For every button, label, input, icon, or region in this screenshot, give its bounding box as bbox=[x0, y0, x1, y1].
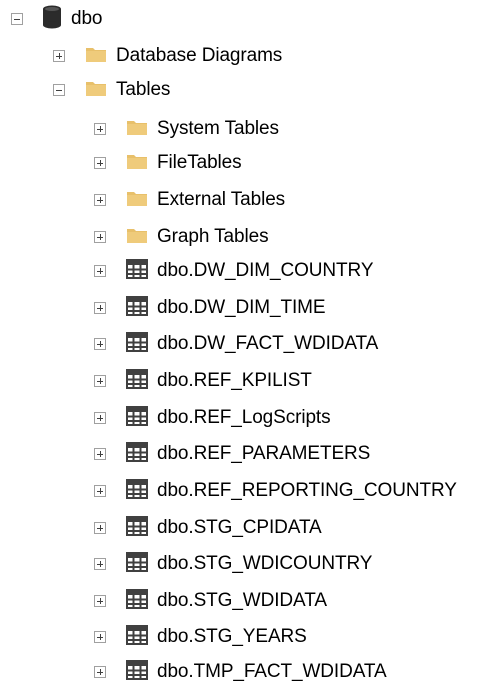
tree-node-label: Database Diagrams bbox=[116, 45, 283, 66]
tree-node-table[interactable]: dbo.TMP_FACT_WDIDATA bbox=[94, 654, 387, 690]
table-icon bbox=[126, 368, 148, 394]
tree-node-label: dbo.REF_KPILIST bbox=[157, 370, 312, 391]
tree-node-graph-tables[interactable]: Graph Tables bbox=[94, 219, 269, 255]
tree-node-label: dbo.REF_PARAMETERS bbox=[157, 443, 371, 464]
folder-icon bbox=[126, 189, 148, 212]
tree-node-table[interactable]: dbo.STG_YEARS bbox=[94, 619, 307, 655]
table-icon bbox=[126, 478, 148, 504]
expand-toggle-icon[interactable] bbox=[94, 448, 106, 460]
expand-toggle-icon[interactable] bbox=[94, 265, 106, 277]
table-icon bbox=[126, 551, 148, 577]
tree-node-label: dbo.STG_WDIDATA bbox=[157, 590, 327, 611]
table-icon bbox=[126, 405, 148, 431]
tree-node-label: dbo bbox=[71, 8, 103, 29]
object-explorer-tree: dbo Database Diagrams Tables System Tabl… bbox=[0, 0, 503, 682]
tree-node-filetables[interactable]: FileTables bbox=[94, 145, 242, 181]
folder-icon bbox=[126, 118, 148, 141]
expand-toggle-icon[interactable] bbox=[94, 123, 106, 135]
folder-icon bbox=[85, 79, 107, 102]
folder-icon bbox=[85, 45, 107, 68]
collapse-toggle-icon[interactable] bbox=[11, 13, 23, 25]
tree-node-table[interactable]: dbo.STG_WDICOUNTRY bbox=[94, 546, 372, 582]
tree-node-external-tables[interactable]: External Tables bbox=[94, 182, 285, 218]
database-icon bbox=[42, 5, 62, 34]
expand-toggle-icon[interactable] bbox=[94, 375, 106, 387]
expand-toggle-icon[interactable] bbox=[94, 485, 106, 497]
expand-toggle-icon[interactable] bbox=[53, 50, 65, 62]
expand-toggle-icon[interactable] bbox=[94, 412, 106, 424]
expand-toggle-icon[interactable] bbox=[94, 194, 106, 206]
table-icon bbox=[126, 659, 148, 685]
tree-node-table[interactable]: dbo.STG_WDIDATA bbox=[94, 583, 327, 619]
table-icon bbox=[126, 624, 148, 650]
tree-node-table[interactable]: dbo.REF_LogScripts bbox=[94, 400, 331, 436]
table-icon bbox=[126, 441, 148, 467]
expand-toggle-icon[interactable] bbox=[94, 595, 106, 607]
tree-node-dbo[interactable]: dbo bbox=[11, 1, 103, 37]
expand-toggle-icon[interactable] bbox=[94, 522, 106, 534]
tree-node-label: System Tables bbox=[157, 118, 279, 139]
table-icon bbox=[126, 515, 148, 541]
table-icon bbox=[126, 331, 148, 357]
folder-icon bbox=[126, 152, 148, 175]
tree-node-label: dbo.DW_FACT_WDIDATA bbox=[157, 333, 379, 354]
tree-node-database-diagrams[interactable]: Database Diagrams bbox=[53, 38, 282, 74]
expand-toggle-icon[interactable] bbox=[94, 558, 106, 570]
expand-toggle-icon[interactable] bbox=[94, 157, 106, 169]
tree-node-label: dbo.DW_DIM_COUNTRY bbox=[157, 260, 374, 281]
expand-toggle-icon[interactable] bbox=[94, 631, 106, 643]
tree-node-label: dbo.DW_DIM_TIME bbox=[157, 297, 326, 318]
tree-node-table[interactable]: dbo.REF_PARAMETERS bbox=[94, 436, 370, 472]
tree-node-table[interactable]: dbo.STG_CPIDATA bbox=[94, 510, 322, 546]
tree-node-table[interactable]: dbo.DW_FACT_WDIDATA bbox=[94, 326, 378, 362]
tree-node-table[interactable]: dbo.REF_REPORTING_COUNTRY bbox=[94, 473, 457, 509]
tree-node-label: dbo.STG_WDICOUNTRY bbox=[157, 553, 373, 574]
expand-toggle-icon[interactable] bbox=[94, 666, 106, 678]
tree-node-table[interactable]: dbo.DW_DIM_COUNTRY bbox=[94, 253, 374, 289]
tree-node-table[interactable]: dbo.DW_DIM_TIME bbox=[94, 290, 326, 326]
tree-node-label: External Tables bbox=[157, 189, 286, 210]
folder-icon bbox=[126, 226, 148, 249]
tree-node-label: dbo.STG_CPIDATA bbox=[157, 517, 322, 538]
tree-node-label: dbo.STG_YEARS bbox=[157, 626, 307, 647]
expand-toggle-icon[interactable] bbox=[94, 231, 106, 243]
tree-node-label: FileTables bbox=[157, 152, 242, 173]
collapse-toggle-icon[interactable] bbox=[53, 84, 65, 96]
tree-node-table[interactable]: dbo.REF_KPILIST bbox=[94, 363, 312, 399]
tree-node-system-tables[interactable]: System Tables bbox=[94, 111, 279, 147]
tree-node-label: Graph Tables bbox=[157, 226, 269, 247]
table-icon bbox=[126, 295, 148, 321]
expand-toggle-icon[interactable] bbox=[94, 338, 106, 350]
tree-node-tables[interactable]: Tables bbox=[53, 72, 170, 108]
tree-node-label: Tables bbox=[116, 79, 171, 100]
expand-toggle-icon[interactable] bbox=[94, 302, 106, 314]
tree-node-label: dbo.TMP_FACT_WDIDATA bbox=[157, 661, 387, 682]
tree-node-label: dbo.REF_LogScripts bbox=[157, 407, 331, 428]
table-icon bbox=[126, 588, 148, 614]
table-icon bbox=[126, 258, 148, 284]
tree-node-label: dbo.REF_REPORTING_COUNTRY bbox=[157, 480, 457, 501]
